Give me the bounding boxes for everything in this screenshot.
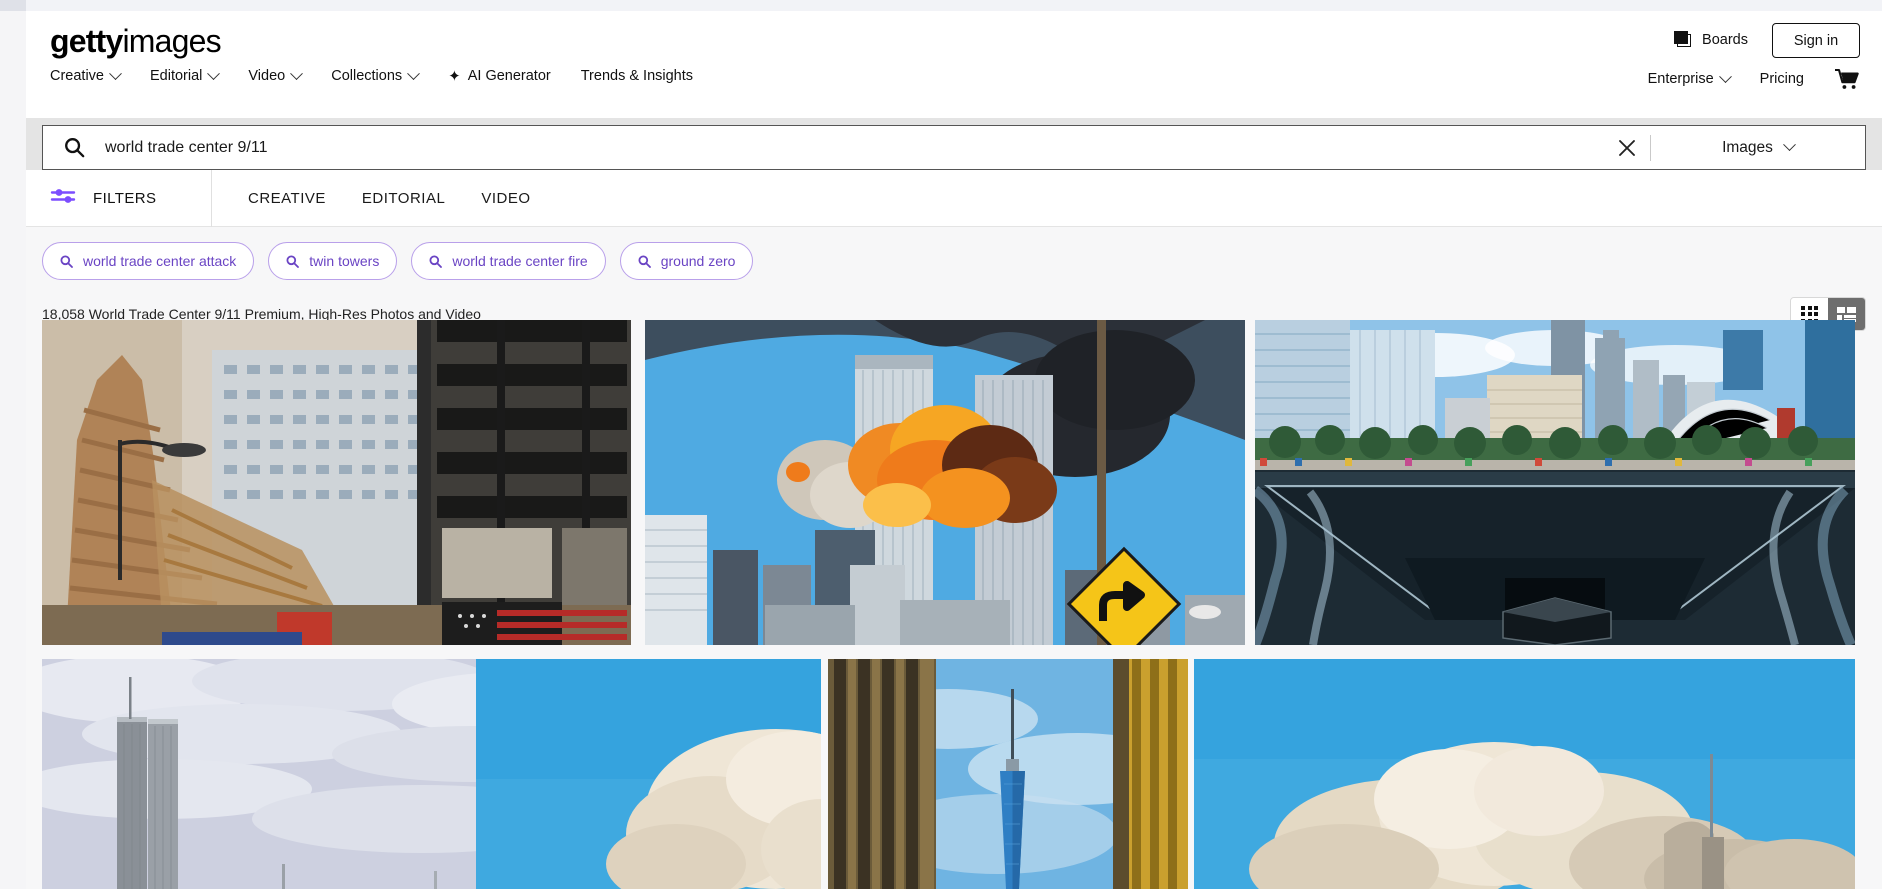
- tab-editorial[interactable]: EDITORIAL: [362, 190, 445, 207]
- nav-label: Collections: [331, 68, 403, 84]
- nav-label: Enterprise: [1647, 71, 1714, 87]
- nav-item-ai-generator[interactable]: ✦ AI Generator: [448, 68, 551, 84]
- search-type-label: Images: [1722, 138, 1773, 156]
- tab-video[interactable]: VIDEO: [481, 190, 530, 207]
- chevron-down-icon: [1783, 138, 1796, 152]
- chip-ground-zero[interactable]: ground zero: [619, 242, 754, 280]
- search-input[interactable]: [105, 138, 1604, 157]
- chip-label: ground zero: [660, 253, 736, 269]
- boards-button[interactable]: Boards: [1674, 31, 1748, 48]
- boards-icon: [1674, 31, 1693, 48]
- search-type-select[interactable]: Images: [1651, 125, 1865, 170]
- result-image-one-wtc-spire[interactable]: [828, 659, 1188, 889]
- site-header: gettyimages Boards Sign in Creative Edit…: [26, 11, 1882, 129]
- nav-label: Creative: [50, 68, 104, 84]
- filters-label: FILTERS: [93, 189, 157, 207]
- nav-label: AI Generator: [467, 68, 551, 84]
- chip-label: twin towers: [309, 253, 380, 269]
- chevron-down-icon: [290, 66, 304, 80]
- search-box: Images: [42, 125, 1866, 170]
- nav-label: Video: [248, 68, 286, 84]
- result-image-twin-towers-explosion[interactable]: [645, 320, 1245, 645]
- nav-item-editorial[interactable]: Editorial: [150, 66, 221, 84]
- logo-light-text: images: [122, 23, 221, 59]
- browser-tab-edge: [0, 0, 26, 11]
- logo-bold-text: getty: [50, 23, 123, 59]
- chevron-down-icon: [109, 66, 122, 80]
- chip-world-trade-center-fire[interactable]: world trade center fire: [411, 242, 606, 280]
- sign-in-label: Sign in: [1793, 32, 1839, 49]
- chevron-down-icon: [1718, 69, 1732, 83]
- chip-twin-towers[interactable]: twin towers: [268, 242, 398, 280]
- search-icon: [638, 255, 651, 268]
- sign-in-button[interactable]: Sign in: [1772, 23, 1860, 58]
- clear-search-button[interactable]: [1604, 125, 1650, 170]
- results-area: world trade center attack twin towers wo…: [26, 227, 1882, 889]
- nav-label: Pricing: [1759, 71, 1804, 87]
- nav-label: Trends & Insights: [580, 68, 694, 84]
- primary-nav: Creative Editorial Video Collections ✦ A…: [50, 66, 693, 84]
- browser-edge-strip: [0, 0, 26, 889]
- chevron-down-icon: [207, 66, 221, 80]
- nav-item-trends-insights[interactable]: Trends & Insights: [581, 68, 693, 84]
- chip-world-trade-center-attack[interactable]: world trade center attack: [42, 242, 255, 280]
- filters-button[interactable]: FILTERS: [26, 169, 212, 227]
- search-band: Images: [26, 118, 1882, 170]
- chip-label: world trade center fire: [452, 253, 588, 269]
- related-search-chips: world trade center attack twin towers wo…: [42, 242, 754, 280]
- content-type-tabs: CREATIVE EDITORIAL VIDEO: [212, 190, 531, 207]
- secondary-nav: Enterprise Pricing: [1648, 68, 1860, 90]
- nav-item-video[interactable]: Video: [248, 66, 304, 84]
- boards-label: Boards: [1702, 31, 1748, 48]
- tab-creative[interactable]: CREATIVE: [248, 190, 326, 207]
- nav-item-pricing[interactable]: Pricing: [1760, 71, 1804, 87]
- page-body: gettyimages Boards Sign in Creative Edit…: [26, 0, 1882, 889]
- result-image-collapse-dust-cloud[interactable]: [1194, 659, 1855, 889]
- filter-bar: FILTERS CREATIVE EDITORIAL VIDEO: [26, 169, 1882, 227]
- getty-images-logo[interactable]: gettyimages: [50, 23, 222, 60]
- shopping-cart-icon[interactable]: [1834, 68, 1860, 90]
- result-image-memorial-reflecting-pool[interactable]: [1255, 320, 1855, 645]
- result-image-dust-cloud-blue-sky[interactable]: [476, 659, 821, 889]
- sparkle-icon: ✦: [448, 67, 461, 85]
- chevron-down-icon: [407, 66, 421, 80]
- nav-item-collections[interactable]: Collections: [331, 66, 421, 84]
- search-icon: [286, 255, 300, 268]
- search-icon: [43, 137, 105, 158]
- nav-item-enterprise[interactable]: Enterprise: [1647, 69, 1732, 87]
- sliders-icon: [50, 187, 78, 210]
- search-icon: [429, 255, 443, 268]
- getty-images-search-page: gettyimages Boards Sign in Creative Edit…: [0, 0, 1882, 889]
- nav-label: Editorial: [150, 68, 203, 84]
- browser-chrome-strip: [26, 0, 1882, 11]
- result-image-ground-zero-wreckage[interactable]: [42, 320, 631, 645]
- nav-item-creative[interactable]: Creative: [50, 66, 122, 84]
- chip-label: world trade center attack: [83, 253, 237, 269]
- search-icon: [60, 255, 73, 268]
